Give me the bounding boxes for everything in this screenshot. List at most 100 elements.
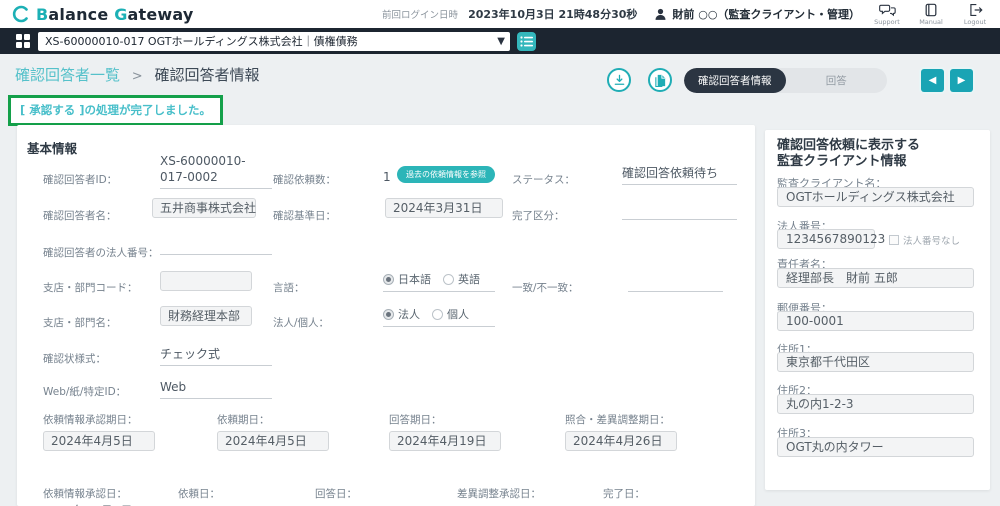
radio-english-dot xyxy=(443,274,454,285)
next-record-button[interactable]: ▶ xyxy=(950,69,973,92)
web-paper-value: Web xyxy=(160,379,272,399)
manual-label: Manual xyxy=(919,18,943,26)
responder-id-value: XS-60000010-017-0002 xyxy=(160,153,272,189)
approval-date-label: 依頼情報承認日： xyxy=(43,486,127,501)
approval-deadline-label: 依頼情報承認期日： xyxy=(43,412,138,427)
audit-client-panel: 確認回答依頼に表示する 監査クライアント情報 監査クライアント名： OGTホール… xyxy=(765,130,990,490)
prev-record-button[interactable]: ◀ xyxy=(921,69,944,92)
app-screen: Balance Gateway 前回ログイン日時 2023年10月3日 21時4… xyxy=(0,0,1000,506)
radio-corporate[interactable]: 法人 xyxy=(383,306,420,322)
approval-date-value: 2023年10月5日 xyxy=(43,502,132,506)
basic-info-panel: 基本情報 確認回答者ID： XS-60000010-017-0002 確認依頼数… xyxy=(17,125,755,506)
engagement-selector[interactable]: XS-60000010-017 OGTホールディングス株式会社｜債権債務 ▼ xyxy=(38,32,510,51)
support-label: Support xyxy=(874,18,900,26)
match-value xyxy=(628,275,723,292)
responder-name-input[interactable]: 五井商事株式会社 xyxy=(152,198,256,218)
radio-individual-dot xyxy=(432,309,443,320)
reconciliation-deadline-input[interactable]: 2024年4月26日 xyxy=(565,431,677,451)
dropdown-arrow-icon: ▼ xyxy=(497,32,505,51)
form-style-label: 確認状様式： xyxy=(43,351,106,366)
radio-japanese[interactable]: 日本語 xyxy=(383,271,431,287)
address2-input[interactable]: 丸の内1-2-3 xyxy=(777,394,974,414)
radio-corporate-label: 法人 xyxy=(398,306,420,322)
branch-code-label: 支店・部門コード： xyxy=(43,280,138,295)
copy-document-button[interactable] xyxy=(648,68,672,92)
support-button[interactable]: Support xyxy=(870,3,904,26)
user-icon xyxy=(653,6,668,22)
branch-name-input[interactable]: 財務経理本部 xyxy=(160,306,252,326)
app-title: Balance Gateway xyxy=(36,5,194,24)
tab-responder-info[interactable]: 確認回答者情報 xyxy=(684,68,786,93)
completion-label: 完了区分： xyxy=(512,208,565,223)
user-name: 財前 ○○（監査クライアント・管理） xyxy=(672,6,860,22)
app-header: Balance Gateway 前回ログイン日時 2023年10月3日 21時4… xyxy=(0,0,1000,28)
logout-button[interactable]: Logout xyxy=(958,3,992,26)
postal-input[interactable]: 100-0001 xyxy=(777,311,974,331)
approval-deadline-input[interactable]: 2024年4月5日 xyxy=(43,431,155,451)
form-style-value: チェック式 xyxy=(160,346,272,366)
sidebar-title-line1: 確認回答依頼に表示する xyxy=(777,138,920,154)
app-logo: Balance Gateway xyxy=(0,5,194,24)
view-toggle: 確認回答者情報 回答 xyxy=(684,68,887,93)
match-label: 一致/不一致： xyxy=(512,280,579,295)
last-login-label: 前回ログイン日時 xyxy=(382,7,458,21)
breadcrumb: 確認回答者一覧 > 確認回答者情報 xyxy=(15,64,260,85)
answer-deadline-input[interactable]: 2024年4月19日 xyxy=(389,431,501,451)
sidebar-title-line2: 監査クライアント情報 xyxy=(777,154,906,170)
last-login-value: 2023年10月3日 21時48分30秒 xyxy=(468,6,637,22)
radio-japanese-dot xyxy=(383,274,394,285)
radio-english[interactable]: 英語 xyxy=(443,271,480,287)
list-icon xyxy=(520,36,533,47)
context-bar: XS-60000010-017 OGTホールディングス株式会社｜債権債務 ▼ xyxy=(0,28,1000,54)
language-label: 言語： xyxy=(273,280,305,295)
request-deadline-input[interactable]: 2024年4月5日 xyxy=(217,431,329,451)
web-paper-label: Web/紙/特定ID： xyxy=(43,384,126,399)
apps-grid-icon[interactable] xyxy=(16,34,30,48)
download-button[interactable] xyxy=(607,68,631,92)
request-count-value: 1 xyxy=(383,170,391,184)
request-count-label: 確認依頼数： xyxy=(273,172,336,187)
address1-input[interactable]: 東京都千代田区 xyxy=(777,352,974,372)
breadcrumb-separator: > xyxy=(132,69,143,84)
download-icon xyxy=(613,74,626,87)
user-menu[interactable]: 財前 ○○（監査クライアント・管理） xyxy=(653,6,860,22)
answer-date-label: 回答日： xyxy=(315,486,357,501)
radio-individual-label: 個人 xyxy=(447,306,469,322)
breadcrumb-parent-link[interactable]: 確認回答者一覧 xyxy=(15,66,120,84)
support-icon xyxy=(879,3,896,17)
responder-id-label: 確認回答者ID： xyxy=(43,172,117,187)
manual-button[interactable]: Manual xyxy=(914,3,948,26)
tab-answer[interactable]: 回答 xyxy=(786,68,888,93)
base-date-input[interactable]: 2024年3月31日 xyxy=(385,198,503,218)
base-date-label: 確認基準日： xyxy=(273,208,336,223)
corporate-number-label: 確認回答者の法人番号： xyxy=(43,245,159,260)
reconciliation-deadline-label: 照合・差異調整期日： xyxy=(565,412,670,427)
request-date-label: 依頼日： xyxy=(178,486,220,501)
client-corporate-number-input[interactable]: 1234567890123 xyxy=(777,229,875,249)
entity-type-radio-group: 法人 個人 xyxy=(383,306,495,327)
logo-icon xyxy=(12,5,30,23)
manager-input[interactable]: 経理部長 財前 五郎 xyxy=(777,268,974,288)
section-title: 基本情報 xyxy=(27,138,77,157)
entity-type-label: 法人/個人： xyxy=(273,315,329,330)
prev-arrow-icon: ◀ xyxy=(929,75,937,86)
client-name-input[interactable]: OGTホールディングス株式会社 xyxy=(777,187,974,207)
next-arrow-icon: ▶ xyxy=(958,75,966,86)
branch-code-input[interactable] xyxy=(160,271,252,291)
radio-individual[interactable]: 個人 xyxy=(432,306,469,322)
radio-english-label: 英語 xyxy=(458,271,480,287)
difference-approval-date-label: 差異調整承認日： xyxy=(457,486,541,501)
completion-value xyxy=(622,203,737,220)
address3-input[interactable]: OGT丸の内タワー xyxy=(777,437,974,457)
branch-name-label: 支店・部門名： xyxy=(43,315,117,330)
list-menu-button[interactable] xyxy=(517,32,536,51)
logout-label: Logout xyxy=(964,18,986,26)
corporate-number-value xyxy=(160,238,272,255)
radio-japanese-label: 日本語 xyxy=(398,271,431,287)
radio-corporate-dot xyxy=(383,309,394,320)
breadcrumb-current: 確認回答者情報 xyxy=(154,66,259,84)
status-label: ステータス： xyxy=(512,172,575,187)
engagement-selector-value: XS-60000010-017 OGTホールディングス株式会社｜債権債務 xyxy=(45,35,358,48)
no-corporate-number-checkbox[interactable]: 法人番号なし xyxy=(889,233,960,247)
past-request-info-button[interactable]: 過去の依頼情報を参照 xyxy=(397,166,495,183)
